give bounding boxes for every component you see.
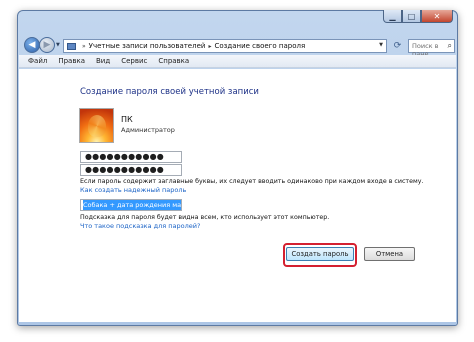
search-icon[interactable]: ⌕: [448, 41, 452, 51]
chevron-right-icon[interactable]: »: [82, 43, 86, 50]
what-is-hint-link[interactable]: Что такое подсказка для паролей?: [80, 222, 200, 230]
breadcrumb-separator-icon[interactable]: ▸: [208, 43, 211, 50]
search-input[interactable]: Поиск в пане... ⌕: [408, 39, 455, 58]
menu-item-edit[interactable]: Правка: [58, 57, 85, 65]
content-pane: Создание пароля своей учетной записи ПК …: [19, 69, 456, 322]
hint-visibility-note: Подсказка для пароля будет видна всем, к…: [80, 214, 330, 221]
user-role: Администратор: [121, 126, 175, 134]
password-hint-value: Собака + дата рождения матери: [83, 200, 181, 210]
forward-arrow-icon: ▶: [43, 40, 51, 50]
recent-pages-dropdown-icon[interactable]: ▼: [56, 42, 60, 48]
refresh-icon[interactable]: ⟳: [390, 39, 405, 53]
maximize-button[interactable]: □: [402, 10, 421, 23]
confirm-password-field[interactable]: ●●●●●●●●●●●: [80, 164, 182, 176]
back-button[interactable]: ◀: [24, 37, 40, 53]
minimize-button[interactable]: ▁: [383, 10, 402, 23]
control-panel-window: ▁ □ ✕ ◀ ▶ ▼ » Учетные записи пользовател…: [17, 10, 458, 326]
close-button[interactable]: ✕: [421, 10, 453, 23]
page-title: Создание пароля своей учетной записи: [80, 87, 259, 97]
breadcrumb-create-password[interactable]: Создание своего пароля: [214, 42, 305, 50]
breadcrumb-user-accounts[interactable]: Учетные записи пользователей: [89, 42, 206, 50]
case-sensitivity-note: Если пароль содержит заглавные буквы, их…: [80, 178, 424, 185]
menu-item-view[interactable]: Вид: [96, 57, 110, 65]
address-bar[interactable]: » Учетные записи пользователей ▸ Создани…: [63, 39, 387, 53]
back-arrow-icon: ◀: [28, 40, 36, 50]
menu-item-tools[interactable]: Сервис: [121, 57, 147, 65]
control-panel-icon: [67, 42, 76, 50]
menu-bar: Файл Правка Вид Сервис Справка: [19, 55, 456, 68]
address-dropdown-icon[interactable]: ▼: [379, 42, 383, 48]
forward-button[interactable]: ▶: [39, 37, 55, 53]
create-password-button[interactable]: Создать пароль: [286, 247, 354, 261]
cancel-button[interactable]: Отмена: [364, 247, 415, 261]
strong-password-link[interactable]: Как создать надежный пароль: [80, 186, 186, 194]
caption-buttons: ▁ □ ✕: [383, 10, 453, 23]
new-password-field[interactable]: ●●●●●●●●●●●: [80, 151, 182, 163]
menu-item-help[interactable]: Справка: [158, 57, 189, 65]
user-avatar: [79, 108, 114, 143]
user-name: ПК: [121, 115, 133, 124]
menu-item-file[interactable]: Файл: [28, 57, 47, 65]
password-hint-field[interactable]: Собака + дата рождения матери: [80, 199, 182, 211]
